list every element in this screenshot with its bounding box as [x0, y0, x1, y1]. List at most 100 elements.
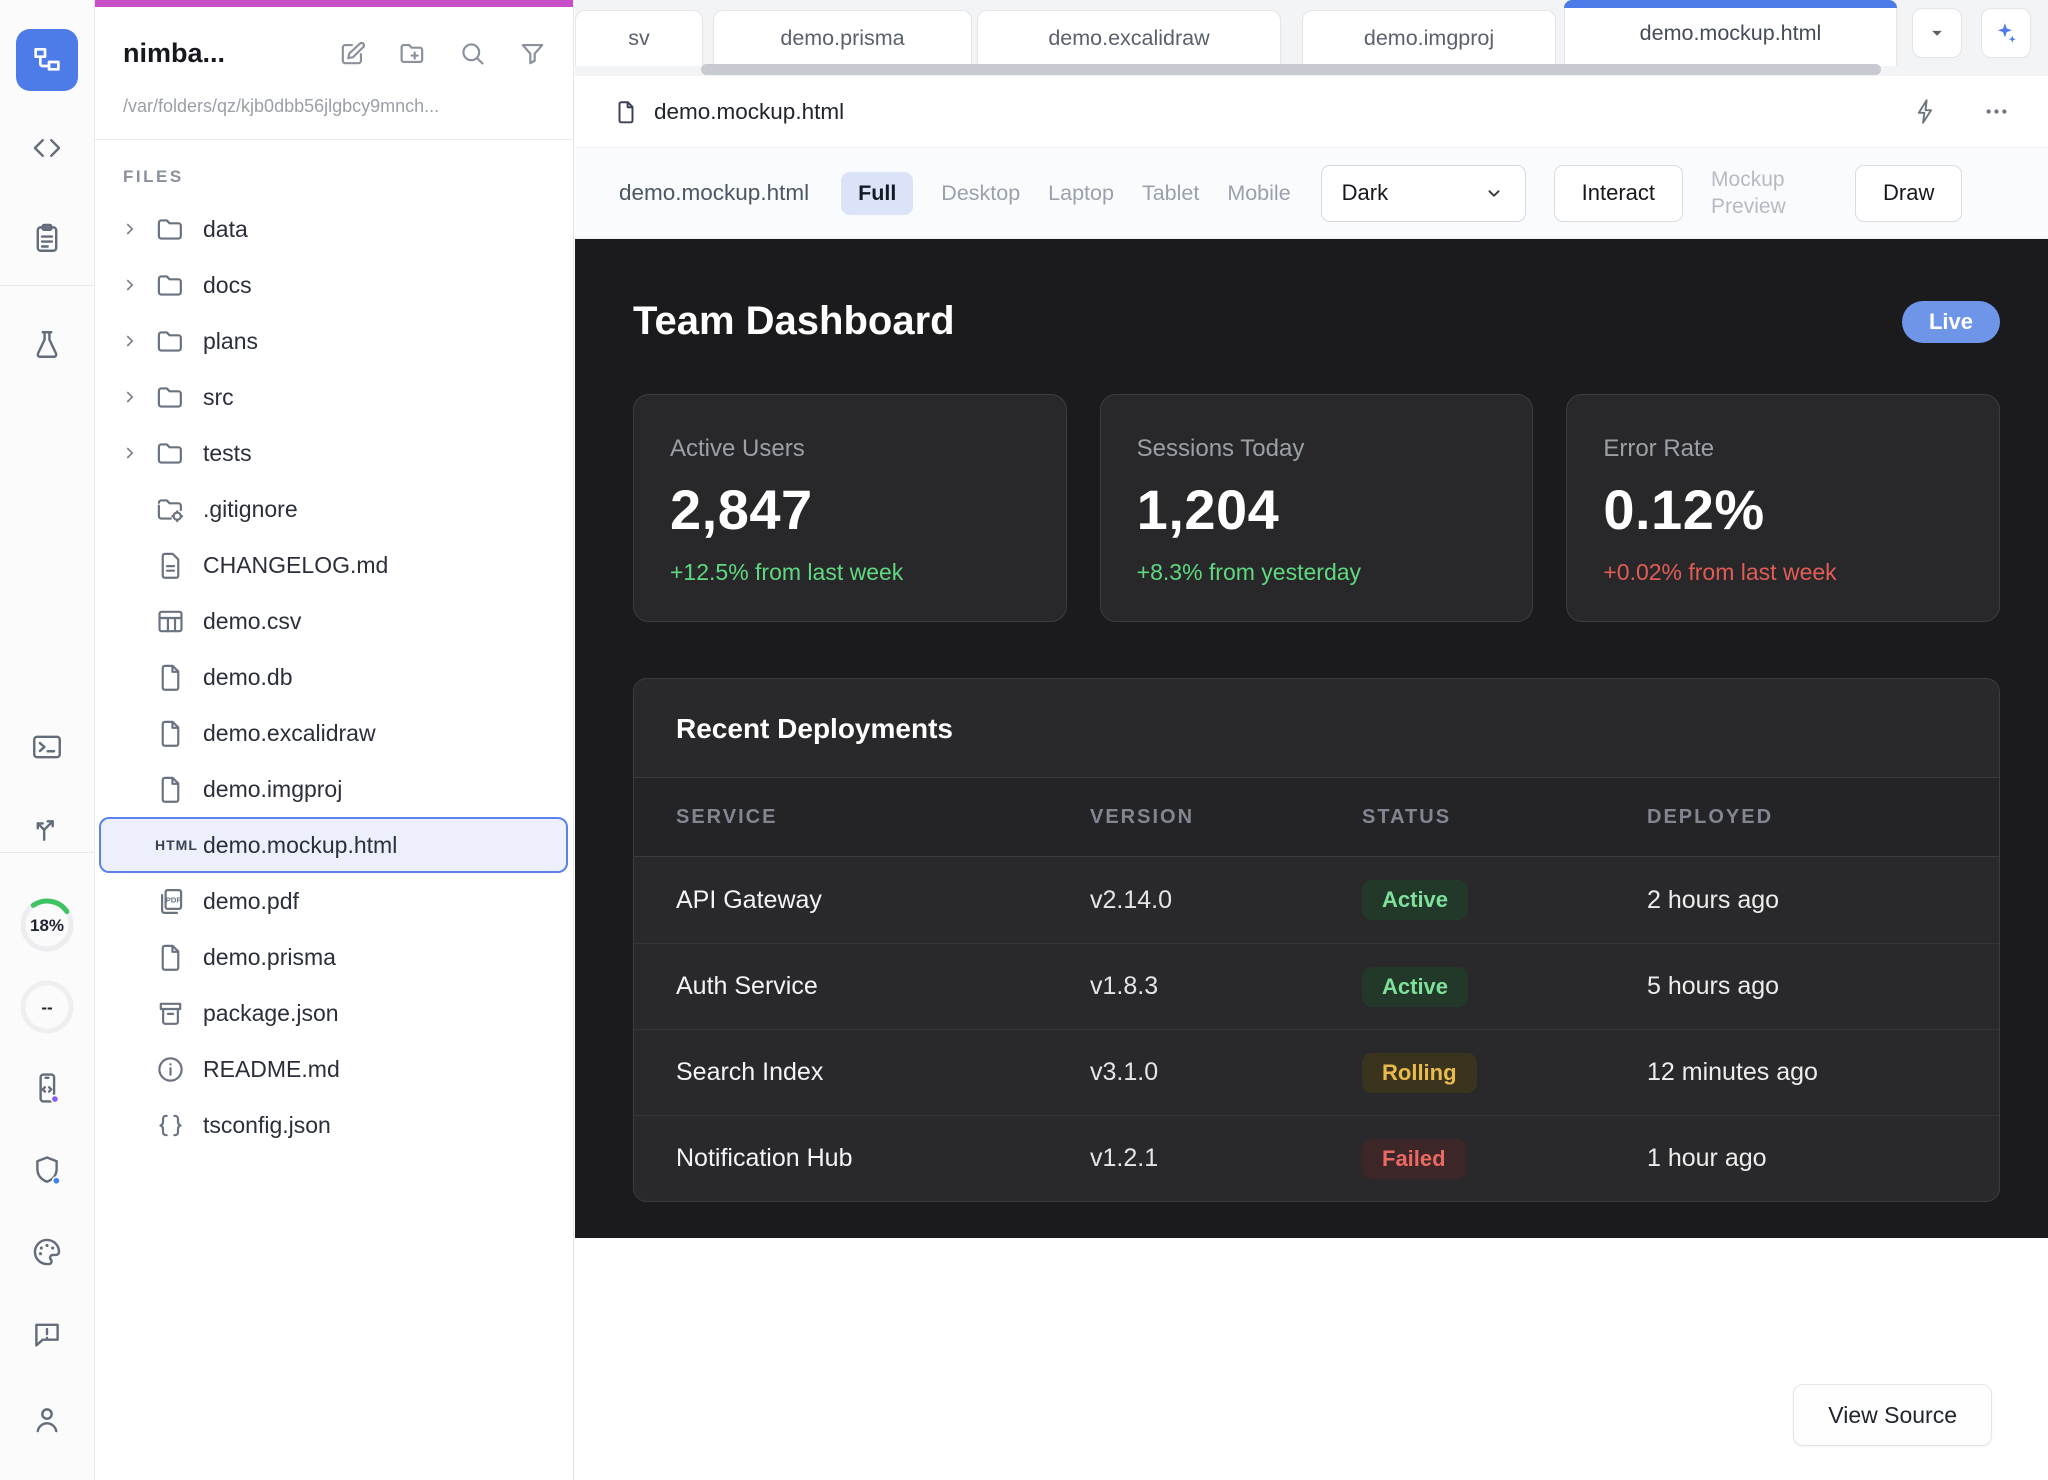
code-view-button[interactable] — [0, 131, 94, 165]
tree-item-tsconfig[interactable]: tsconfig.json — [99, 1097, 568, 1153]
tab-scrollbar[interactable] — [701, 64, 1881, 75]
security-button[interactable] — [0, 1153, 94, 1187]
stat-card-active-users: Active Users 2,847 +12.5% from last week — [633, 394, 1067, 622]
interact-button[interactable]: Interact — [1554, 165, 1683, 222]
branch-button[interactable] — [0, 810, 94, 844]
theme-select[interactable]: Dark — [1321, 165, 1526, 222]
chevron-right-icon[interactable] — [121, 220, 155, 238]
tree-item-changelog[interactable]: CHANGELOG.md — [99, 537, 568, 593]
status-badge: Failed — [1362, 1139, 1466, 1179]
filter-icon[interactable] — [518, 39, 547, 68]
file-panel-header: demo.mockup.html — [575, 76, 2048, 148]
chevron-right-icon[interactable] — [121, 444, 155, 462]
tree-item-label: tsconfig.json — [203, 1112, 331, 1139]
mode-full[interactable]: Full — [841, 172, 913, 215]
new-folder-icon[interactable] — [398, 39, 427, 68]
stat-label: Sessions Today — [1137, 435, 1497, 463]
tree-item-label: README.md — [203, 1056, 340, 1083]
chevron-right-icon[interactable] — [121, 388, 155, 406]
tree-item-readme[interactable]: README.md — [99, 1041, 568, 1097]
tree-item-demo-mockup-html[interactable]: HTML demo.mockup.html — [99, 817, 568, 873]
ai-assist-button[interactable] — [1981, 8, 2031, 58]
folder-icon — [155, 438, 203, 469]
tree-item-label: demo.csv — [203, 608, 301, 635]
file-icon — [155, 942, 203, 973]
stat-value: 1,204 — [1137, 477, 1497, 542]
version-cell: v2.14.0 — [1090, 886, 1362, 915]
chevron-right-icon[interactable] — [121, 276, 155, 294]
mode-laptop[interactable]: Laptop — [1048, 181, 1114, 206]
search-icon[interactable] — [458, 39, 487, 68]
app-logo[interactable] — [0, 29, 94, 91]
mode-mobile[interactable]: Mobile — [1227, 181, 1290, 206]
tab-demo-prisma[interactable]: demo.prisma — [713, 10, 972, 66]
sparkles-icon — [1993, 20, 2019, 46]
project-path: /var/folders/qz/kjb0dbb56jlgbcy9mnch... — [123, 96, 547, 117]
tree-item-gitignore[interactable]: .gitignore — [99, 481, 568, 537]
terminal-button[interactable] — [0, 730, 94, 764]
tree-item-label: CHANGELOG.md — [203, 552, 388, 579]
more-options-icon[interactable] — [1983, 98, 2010, 125]
tree-item-package-json[interactable]: package.json — [99, 985, 568, 1041]
svg-text:--: -- — [41, 998, 52, 1017]
new-file-icon[interactable] — [338, 39, 367, 68]
theme-button[interactable] — [0, 1235, 94, 1269]
tree-item-demo-imgproj[interactable]: demo.imgproj — [99, 761, 568, 817]
open-file-name: demo.mockup.html — [654, 99, 844, 125]
palette-icon — [30, 1235, 64, 1269]
deployments-column-headers: SERVICE VERSION STATUS DEPLOYED — [634, 777, 1999, 857]
tree-item-demo-db[interactable]: demo.db — [99, 649, 568, 705]
view-source-button[interactable]: View Source — [1793, 1384, 1992, 1446]
folder-gear-icon — [155, 494, 203, 525]
tree-item-label: demo.pdf — [203, 888, 299, 915]
status-badge: Active — [1362, 967, 1468, 1007]
tab-demo-mockup-html[interactable]: demo.mockup.html — [1564, 0, 1897, 66]
chevron-right-icon[interactable] — [121, 332, 155, 350]
tree-item-demo-pdf[interactable]: PDF demo.pdf — [99, 873, 568, 929]
tab-demo-excalidraw[interactable]: demo.excalidraw — [977, 10, 1281, 66]
stat-delta: +0.02% from last week — [1603, 559, 1963, 586]
stat-delta: +12.5% from last week — [670, 559, 1030, 586]
service-cell: Auth Service — [676, 972, 1090, 1001]
info-icon — [155, 1054, 203, 1085]
tab-demo-imgproj[interactable]: demo.imgproj — [1302, 10, 1556, 66]
draw-button[interactable]: Draw — [1855, 165, 1962, 222]
mode-desktop[interactable]: Desktop — [941, 181, 1020, 206]
device-code-icon — [30, 1071, 64, 1105]
tree-item-plans[interactable]: plans — [99, 313, 568, 369]
stat-value: 2,847 — [670, 477, 1030, 542]
sidebar-accent-bar — [95, 0, 573, 7]
tab-demo-csv[interactable]: sv — [575, 10, 703, 66]
tree-item-demo-csv[interactable]: demo.csv — [99, 593, 568, 649]
account-button[interactable] — [0, 1403, 94, 1437]
tree-item-data[interactable]: data — [99, 201, 568, 257]
tree-item-tests[interactable]: tests — [99, 425, 568, 481]
tab-bar: sv demo.prisma demo.excalidraw demo.imgp… — [575, 0, 2048, 76]
sidebar-header: nimba... /var/folders/qz/kjb0dbb56jlgbcy… — [95, 0, 573, 140]
usage-progress-ring[interactable]: 18% — [0, 897, 94, 953]
stat-cards: Active Users 2,847 +12.5% from last week… — [633, 394, 2000, 622]
mode-tablet[interactable]: Tablet — [1142, 181, 1199, 206]
feedback-icon — [30, 1317, 64, 1351]
mockup-preview-label: Mockup Preview — [1711, 166, 1827, 221]
secondary-progress-ring[interactable]: -- — [0, 979, 94, 1035]
device-preview-button[interactable] — [0, 1071, 94, 1105]
tree-item-demo-prisma[interactable]: demo.prisma — [99, 929, 568, 985]
lightning-icon[interactable] — [1912, 98, 1939, 125]
file-explorer-sidebar: nimba... /var/folders/qz/kjb0dbb56jlgbcy… — [95, 0, 574, 1480]
preview-toolbar: demo.mockup.html Full Desktop Laptop Tab… — [575, 148, 2048, 239]
dashboard-title: Team Dashboard — [633, 299, 955, 344]
tree-item-label: demo.excalidraw — [203, 720, 376, 747]
feedback-button[interactable] — [0, 1317, 94, 1351]
stat-card-error-rate: Error Rate 0.12% +0.02% from last week — [1566, 394, 2000, 622]
tree-item-src[interactable]: src — [99, 369, 568, 425]
tree-item-docs[interactable]: docs — [99, 257, 568, 313]
person-icon — [30, 1403, 64, 1437]
stat-delta: +8.3% from yesterday — [1137, 559, 1497, 586]
version-cell: v1.2.1 — [1090, 1144, 1362, 1173]
tasks-button[interactable] — [0, 221, 94, 255]
flask-icon — [30, 328, 64, 362]
tab-list-dropdown-button[interactable] — [1912, 8, 1962, 58]
experiments-button[interactable] — [0, 328, 94, 362]
tree-item-demo-excalidraw[interactable]: demo.excalidraw — [99, 705, 568, 761]
